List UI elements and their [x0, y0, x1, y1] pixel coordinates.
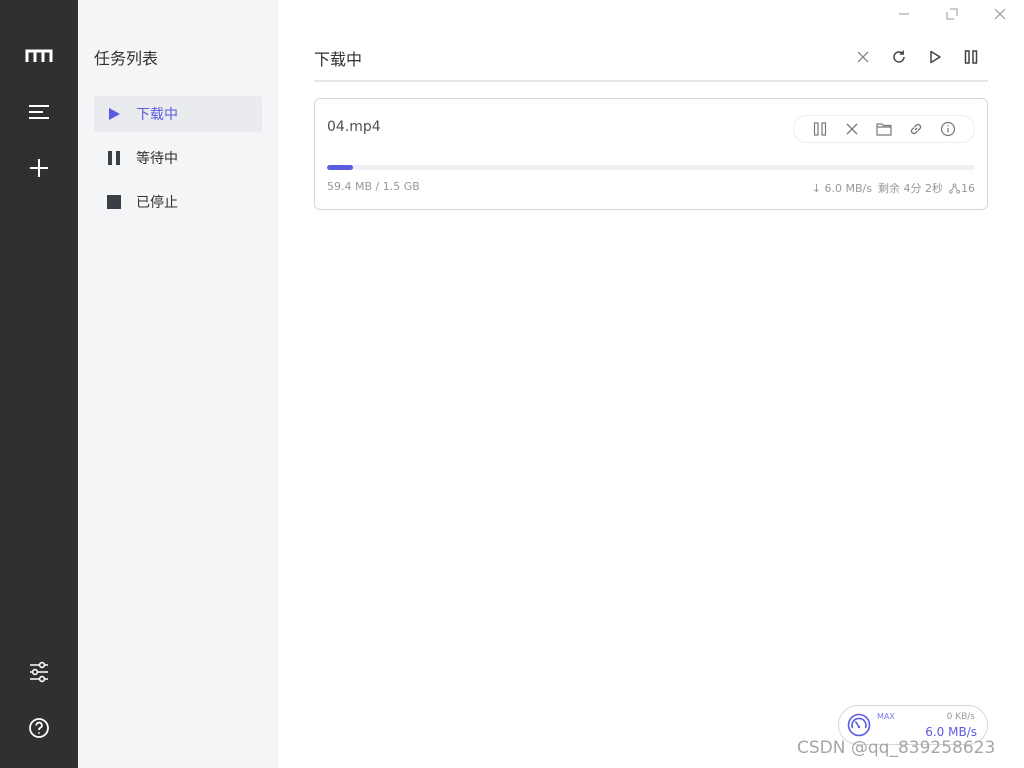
window-close-icon[interactable] [990, 4, 1010, 24]
page-title: 下载中 [314, 50, 363, 69]
folder-icon[interactable] [874, 119, 894, 139]
pause-icon [105, 149, 123, 167]
pause-icon[interactable] [810, 119, 830, 139]
task-size: 59.4 MB / 1.5 GB [327, 180, 420, 193]
info-icon[interactable] [938, 119, 958, 139]
add-icon[interactable] [19, 148, 59, 188]
sidebar-item-label: 下载中 [136, 107, 178, 123]
total-download-speed: 6.0 MB/s [925, 725, 977, 739]
link-icon[interactable] [906, 119, 926, 139]
close-icon[interactable] [851, 45, 875, 69]
pause-icon[interactable] [959, 45, 983, 69]
remaining-time: 剩余 4分 2秒 [878, 182, 943, 195]
upload-speed: 0 KB/s [946, 712, 975, 722]
sidebar-title: 任务列表 [94, 49, 159, 68]
delete-icon[interactable] [842, 119, 862, 139]
main-panel: 下载中 04.mp4 59.4 MB / 1.5 GB ↓ 6.0 MB/s 剩… [278, 0, 1024, 768]
maximize-icon[interactable] [942, 4, 962, 24]
minimize-icon[interactable] [894, 4, 914, 24]
download-speed: ↓ 6.0 MB/s [811, 181, 872, 195]
play-icon[interactable] [923, 45, 947, 69]
settings-sliders-icon[interactable] [19, 652, 59, 692]
help-icon[interactable] [19, 708, 59, 748]
progress-fill [327, 165, 353, 170]
stop-icon [105, 193, 123, 211]
logo-icon[interactable] [19, 36, 59, 76]
progress-bar [327, 165, 975, 170]
connections: 16 [949, 182, 975, 195]
sidebar-item-label: 已停止 [136, 195, 178, 211]
task-card[interactable]: 04.mp4 59.4 MB / 1.5 GB ↓ 6.0 MB/s 剩余 4分… [314, 98, 988, 210]
connections-icon [949, 182, 960, 194]
task-name: 04.mp4 [327, 119, 381, 135]
watermark: CSDN @qq_839258623 [797, 738, 996, 758]
task-actions [793, 115, 975, 143]
speedometer-max: MAX [877, 712, 895, 721]
refresh-icon[interactable] [887, 45, 911, 69]
sidebar-item-label: 等待中 [136, 151, 178, 167]
play-icon [105, 105, 123, 123]
sidebar-item-waiting[interactable]: 等待中 [94, 140, 262, 176]
subnav: 下载中 [314, 40, 988, 82]
menu-icon[interactable] [19, 92, 59, 132]
task-sidebar: 任务列表 下载中 等待中 已停止 [78, 0, 278, 768]
connections-count: 16 [961, 181, 975, 195]
sidebar-item-stopped[interactable]: 已停止 [94, 184, 262, 220]
sidebar-item-downloading[interactable]: 下载中 [94, 96, 262, 132]
app-rail [0, 0, 78, 768]
task-stats: ↓ 6.0 MB/s 剩余 4分 2秒 16 [812, 180, 975, 196]
speedometer-icon [847, 713, 871, 737]
